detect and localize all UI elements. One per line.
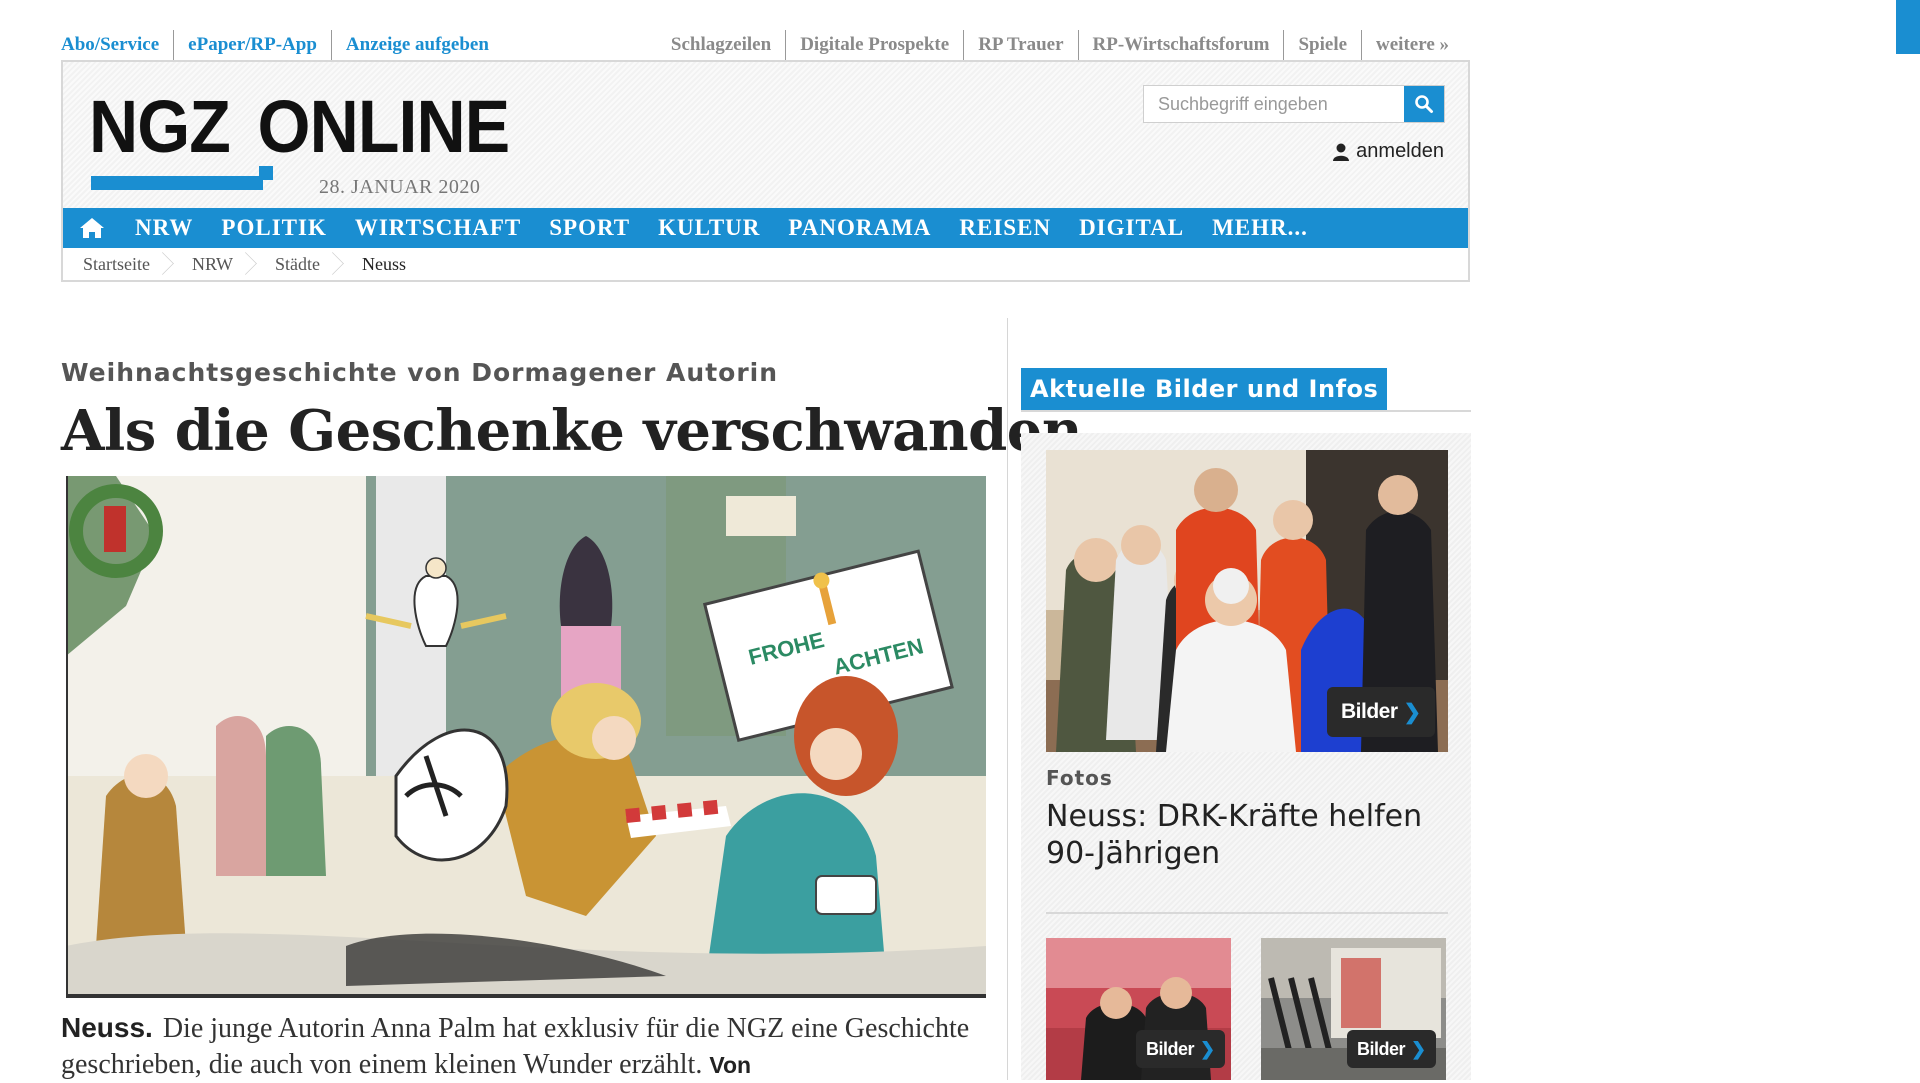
link-spiele[interactable]: Spiele	[1283, 30, 1361, 60]
nav-item-panorama[interactable]: PANORAMA	[774, 208, 945, 248]
article-lead: Neuss. Die junge Autorin Anna Palm hat ex…	[61, 1010, 1001, 1083]
home-icon	[80, 218, 104, 238]
login-link[interactable]: anmelden	[1332, 140, 1444, 163]
logo-wordmark: NGZ ONLINE	[89, 84, 511, 169]
link-prospekte[interactable]: Digitale Prospekte	[785, 30, 963, 60]
thumb-teaser-2[interactable]: Bilder ❯	[1261, 938, 1446, 1080]
nav-item-mehr[interactable]: MEHR...	[1198, 208, 1322, 248]
search-box	[1143, 85, 1445, 123]
logo-underline	[91, 176, 263, 190]
chevron-right-icon: ❯	[1403, 700, 1422, 724]
breadcrumb-nrw[interactable]: NRW	[172, 248, 255, 280]
nav-item-reisen[interactable]: REISEN	[945, 208, 1065, 248]
link-abo-service[interactable]: Abo/Service	[61, 30, 173, 60]
badge-label: Bilder	[1341, 700, 1398, 723]
nav-home[interactable]	[63, 208, 121, 248]
sidebar-teaser-box: Bilder ❯ Fotos Neuss: DRK-Kräfte helfen …	[1021, 433, 1471, 1080]
nav-item-politik[interactable]: POLITIK	[207, 208, 340, 248]
link-anzeige[interactable]: Anzeige aufgeben	[330, 30, 503, 60]
link-weitere[interactable]: weitere »	[1361, 30, 1463, 60]
logo-online: ONLINE	[257, 85, 511, 168]
sidebar-title-rule	[1021, 410, 1471, 412]
teaser-title[interactable]: Neuss: DRK-Kräfte helfen 90-Jährigen	[1046, 798, 1446, 872]
thumb-teaser-1[interactable]: Bilder ❯	[1046, 938, 1231, 1080]
chevron-right-icon: ❯	[1200, 1038, 1215, 1059]
lead-byline: Von	[709, 1052, 752, 1078]
header-date: 28. JANUAR 2020	[319, 176, 481, 198]
sidebar-separator	[1046, 912, 1448, 914]
user-icon	[1333, 143, 1350, 161]
section-links: Schlagzeilen Digitale Prospekte RP Traue…	[671, 30, 1463, 60]
nav-item-nrw[interactable]: NRW	[121, 208, 207, 248]
search-input[interactable]	[1144, 86, 1404, 122]
nav-item-sport[interactable]: SPORT	[535, 208, 644, 248]
search-button[interactable]	[1404, 86, 1444, 122]
site-header: NGZ ONLINE 28. JANUAR 2020 anmelden NRW P…	[61, 60, 1470, 282]
lead-place: Neuss.	[61, 1012, 153, 1043]
badge-label: Bilder	[1357, 1038, 1406, 1059]
search-icon	[1415, 95, 1433, 113]
lead-text: Die junge Autorin Anna Palm hat exklusiv…	[61, 1013, 970, 1080]
breadcrumb-neuss: Neuss	[362, 254, 406, 274]
main-nav: NRW POLITIK WIRTSCHAFT SPORT KULTUR PANO…	[63, 208, 1468, 248]
link-epaper[interactable]: ePaper/RP-App	[173, 30, 331, 60]
nav-item-kultur[interactable]: KULTUR	[644, 208, 774, 248]
nav-item-digital[interactable]: DIGITAL	[1065, 208, 1198, 248]
teaser-kicker: Fotos	[1046, 766, 1113, 790]
article-hero-image[interactable]: FROHE ACHTEN	[66, 476, 986, 998]
edge-tab[interactable]	[1896, 0, 1920, 54]
nav-item-wirtschaft[interactable]: WIRTSCHAFT	[341, 208, 535, 248]
link-wirtschaftsforum[interactable]: RP-Wirtschaftsforum	[1077, 30, 1284, 60]
logo-ngz: NGZ	[89, 85, 231, 168]
christmas-illustration: FROHE ACHTEN	[66, 476, 986, 998]
top-links-bar: Abo/Service ePaper/RP-App Anzeige aufgeb…	[61, 30, 1463, 60]
teaser-image[interactable]: Bilder ❯	[1046, 450, 1448, 752]
logo-accent	[259, 166, 273, 180]
link-rp-trauer[interactable]: RP Trauer	[963, 30, 1077, 60]
breadcrumb: Startseite NRW Städte Neuss	[63, 248, 1468, 280]
breadcrumb-staedte[interactable]: Städte	[255, 248, 342, 280]
badge-label: Bilder	[1146, 1038, 1195, 1059]
article-kicker: Weihnachtsgeschichte von Dormagener Auto…	[61, 358, 779, 387]
thumb-2-bilder-badge[interactable]: Bilder ❯	[1347, 1030, 1436, 1068]
thumb-1-bilder-badge[interactable]: Bilder ❯	[1136, 1030, 1225, 1068]
link-schlagzeilen[interactable]: Schlagzeilen	[671, 30, 785, 60]
login-label: anmelden	[1356, 140, 1444, 162]
article-headline[interactable]: Als die Geschenke verschwanden	[61, 398, 1083, 464]
sidebar-title: Aktuelle Bilder und Infos	[1021, 368, 1388, 410]
breadcrumb-startseite[interactable]: Startseite	[63, 248, 172, 280]
teaser-bilder-badge[interactable]: Bilder ❯	[1327, 687, 1435, 737]
site-logo[interactable]: NGZ ONLINE 28. JANUAR 2020	[89, 84, 569, 204]
service-links: Abo/Service ePaper/RP-App Anzeige aufgeb…	[61, 30, 503, 60]
chevron-right-icon: ❯	[1411, 1038, 1426, 1059]
